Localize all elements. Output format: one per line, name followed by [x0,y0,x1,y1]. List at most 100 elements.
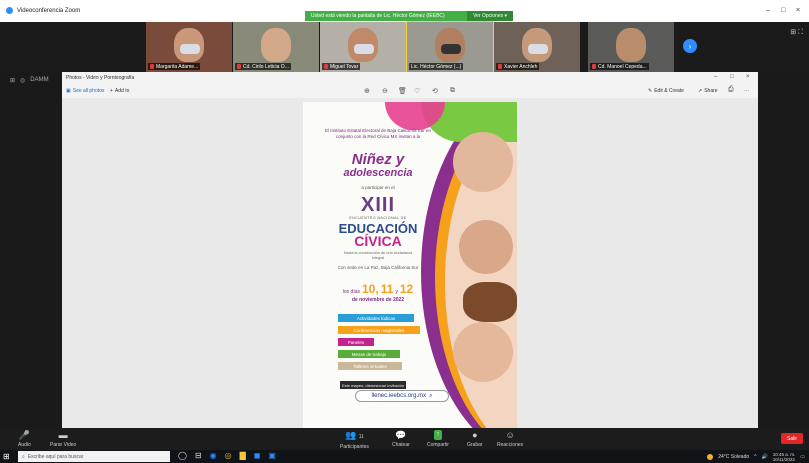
image-tooltip: Este mapeo, distorsionar invitación [340,381,406,389]
share-button[interactable]: ⇗ Share [698,88,718,94]
photo-gallery-icon: ▣ [66,88,71,94]
search-placeholder: Escribe aquí para buscar [27,453,84,460]
gallery-view-icon[interactable]: ⊞ [790,29,796,36]
windows-start-icon[interactable]: ⊞ [3,452,10,461]
participant-tile[interactable]: Cd. Cirilo Leticia O... [233,22,319,72]
task-view-icon[interactable]: ◯ [178,451,187,460]
participant-name: Cd. Manoel Cepeda... [590,63,649,70]
photos-maximize-button[interactable]: □ [730,74,734,80]
strip-view-controls: ⊞ ⛶ [790,28,803,37]
participant-tile-active-speaker[interactable]: Lic. Héctor Gómez (...) [406,21,494,73]
delete-icon[interactable]: 🗑 [398,87,407,95]
poster-venue: Con sede en La Paz, Baja California Sur [337,265,419,270]
participant-tile[interactable]: Miguel Tovar [320,22,406,72]
share-screen-icon: ↑ [434,430,442,440]
reactions-button[interactable]: ☺ Reacciones [497,430,523,448]
zoom-app-icon [6,7,13,14]
photos-toolbar: ▣ See all photos + Add to ⊕ ⊖ 🗑 ♡ ⟲ ⧉ ✎ Edi… [62,84,758,98]
poster-encuentro-text: ENCUENTRO NACIONAL DE [349,216,407,220]
taskbar-pinned-apps: ◯ ⊟ ◉ ◎ ▇ ◼ ▣ [178,451,276,460]
participant-tile[interactable]: Cd. Manoel Cepeda... [588,22,674,72]
share-screen-button[interactable]: ↑ Compartir [427,430,449,448]
microphone-icon: 🎤 [18,430,30,440]
widgets-icon[interactable]: ⊟ [195,451,202,460]
desktop-label: DAMM [30,77,49,83]
shared-screen-area: ⊞ ◎ DAMM Photos - Video y Pornteografía … [0,72,809,428]
edge-browser-icon[interactable]: ◉ [210,451,217,460]
app-title: Videoconferencia Zoom [6,7,80,14]
chat-button[interactable]: 💬 Chatear [392,430,410,448]
audio-button[interactable]: 🎤 Audio [18,430,31,448]
poster-activity-badge: Conferencias magistrales [338,326,420,334]
photos-close-button[interactable]: × [746,74,750,80]
poster-participate-text: a participar en el [361,185,395,190]
poster-tagline: Hacia la construcción de una ciudadanía … [343,251,413,260]
zoom-out-icon[interactable]: ⊖ [382,87,388,95]
record-icon: ● [472,430,478,440]
maximize-button[interactable]: □ [781,7,785,14]
chat-icon: 💬 [395,430,407,440]
photos-title-bar: Photos - Video y Pornteografía – □ × [62,72,758,84]
participant-mask [441,44,461,54]
record-button[interactable]: ● Grabar [467,430,483,448]
poster-child-face [453,322,513,382]
chrome-icon[interactable]: ◎ [225,451,232,460]
app-title-text: Videoconferencia Zoom [17,7,81,14]
poster-child-face [459,220,513,274]
poster-child-hair [463,282,517,322]
shared-desktop-icons: ⊞ ◎ DAMM [10,77,49,84]
desktop-grid-icon[interactable]: ⊞ [10,77,15,84]
participants-button[interactable]: 👥 11 Participantes [340,430,369,450]
more-options-button[interactable]: ··· [744,88,749,94]
video-camera-icon: ▬ [58,430,68,440]
sun-weather-icon [707,454,714,460]
windows-taskbar: ⊞ ⌕ Escribe aquí para buscar ◯ ⊟ ◉ ◎ ▇ ◼… [0,450,809,463]
file-explorer-icon[interactable]: ▇ [240,451,246,460]
close-button[interactable]: × [796,7,800,14]
print-icon[interactable]: ⎙ [728,86,734,94]
volume-icon[interactable]: 🔊 [762,454,768,460]
photos-app-window: Photos - Video y Pornteografía – □ × ▣ Se… [62,72,758,428]
participant-mask [528,44,548,54]
clock[interactable]: 10:45 a. m. 10/11/2022 [773,452,796,462]
participant-tile[interactable]: Margarita Adame... [146,22,232,72]
minimize-button[interactable]: – [766,7,770,14]
favorite-icon[interactable]: ♡ [414,87,420,95]
taskbar-search-box[interactable]: ⌕ Escribe aquí para buscar [18,451,170,462]
notifications-icon[interactable]: ▭ [800,454,805,460]
participant-name: Miguel Tovar [322,63,361,70]
poster-edition-logo: XIII [360,194,395,216]
photos-minimize-button[interactable]: – [714,74,717,80]
participant-name: Xavier Anchleh [496,63,540,70]
poster-dates: los días 10, 11 y 12 [342,282,414,296]
participant-name: Cd. Cirilo Leticia O... [235,63,291,70]
edit-create-button[interactable]: ✎ Edit & Create [648,88,684,94]
stop-video-button[interactable]: ▬ Parar Video [50,430,76,448]
poster-title-civica: CÍVICA [354,233,402,249]
next-participants-arrow-icon[interactable]: › [683,39,697,53]
rotate-icon[interactable]: ⟲ [432,87,438,95]
zoom-taskbar-icon[interactable]: ◼ [254,451,261,460]
add-to-button[interactable]: + Add to [110,88,129,94]
poster-child-face [453,132,513,192]
reactions-icon: ☺ [505,430,515,440]
meeting-control-bar: 🎤 Audio ▬ Parar Video 👥 11 Participantes 💬 C… [0,428,809,450]
muted-mic-icon [324,64,328,69]
event-poster-image: El Instituto Estatal Electoral de Baja C… [303,102,517,428]
camera-icon[interactable]: ◎ [20,77,25,84]
view-options-button[interactable]: Ver Opciones ▾ [467,11,513,21]
screen-share-banner: Usted está viendo la pantalla de Lic. Hé… [305,11,513,21]
fullscreen-icon[interactable]: ⛶ [798,29,803,36]
participant-tile[interactable]: Xavier Anchleh [494,22,580,72]
participants-icon: 👥 11 [344,430,364,440]
poster-activity-badge: Paneles [338,338,374,346]
system-tray: 24°C Soleado ^ 🔊 10:45 a. m. 10/11/2022 … [707,452,805,462]
poster-activity-badge: Mesas de trabajo [338,350,400,358]
photos-taskbar-icon[interactable]: ▣ [268,451,276,460]
tray-chevron-icon[interactable]: ^ [754,454,756,460]
see-all-photos-button[interactable]: ▣ See all photos [66,88,104,94]
leave-meeting-button[interactable]: Salir [781,433,803,444]
crop-icon[interactable]: ⧉ [450,87,455,95]
weather-text[interactable]: 24°C Soleado [718,454,749,460]
zoom-in-icon[interactable]: ⊕ [364,87,370,95]
